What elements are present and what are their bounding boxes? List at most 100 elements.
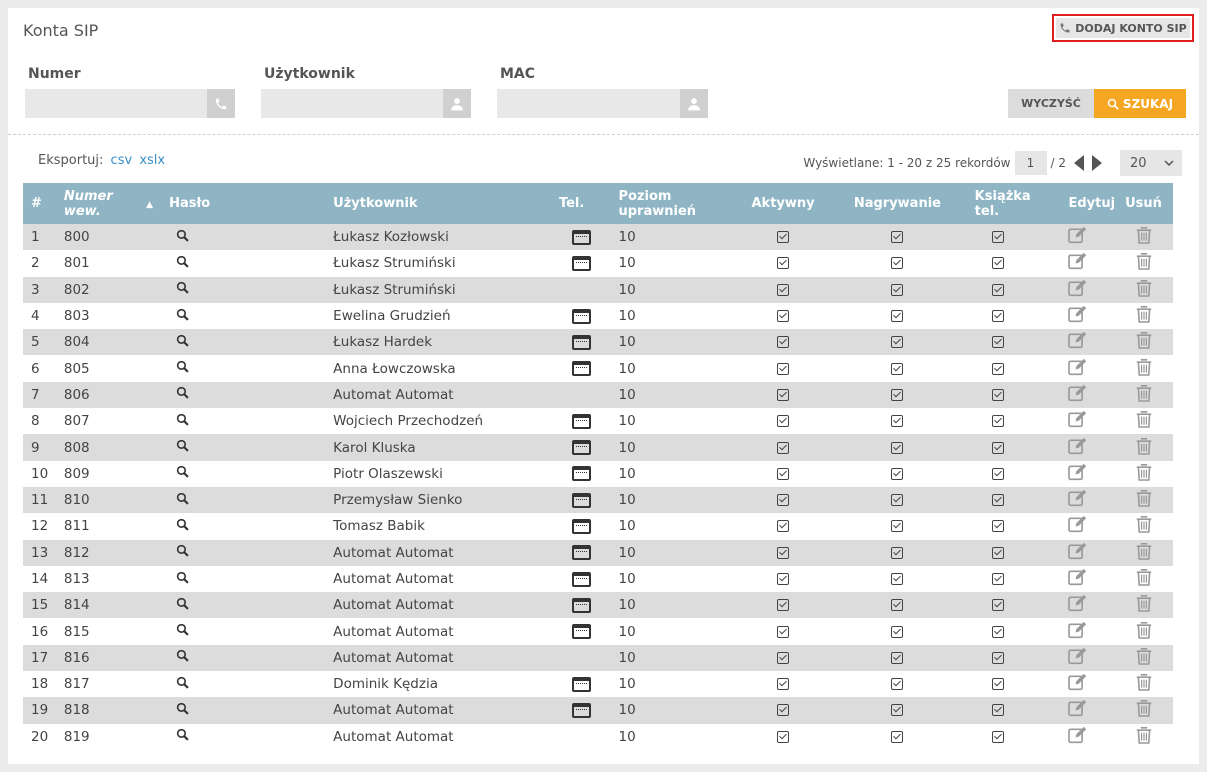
deskphone-icon[interactable] <box>572 255 592 271</box>
deskphone-icon[interactable] <box>572 571 592 587</box>
search-icon[interactable] <box>176 702 189 719</box>
per-page-select[interactable]: 20 <box>1120 150 1182 176</box>
password-search-icon[interactable] <box>159 724 325 750</box>
delete-icon[interactable] <box>1115 513 1173 539</box>
edit-icon[interactable] <box>1041 592 1116 618</box>
password-search-icon[interactable] <box>159 592 325 618</box>
edit-icon[interactable] <box>1041 724 1116 750</box>
delete-icon[interactable] <box>1115 329 1173 355</box>
delete-icon[interactable] <box>1115 434 1173 460</box>
delete-icon[interactable] <box>1115 592 1173 618</box>
password-search-icon[interactable] <box>159 303 325 329</box>
search-icon[interactable] <box>176 439 189 456</box>
delete-icon[interactable] <box>1115 540 1173 566</box>
edit-icon[interactable] <box>1041 224 1116 250</box>
edit-icon[interactable] <box>1041 487 1116 513</box>
deskphone-icon[interactable] <box>572 518 592 534</box>
search-icon[interactable] <box>176 334 189 351</box>
edit-icon[interactable] <box>1041 566 1116 592</box>
password-search-icon[interactable] <box>159 487 325 513</box>
edit-icon[interactable] <box>1041 329 1116 355</box>
password-search-icon[interactable] <box>159 645 325 671</box>
delete-icon[interactable] <box>1115 382 1173 408</box>
password-search-icon[interactable] <box>159 697 325 723</box>
search-icon[interactable] <box>176 728 189 745</box>
password-search-icon[interactable] <box>159 434 325 460</box>
delete-icon[interactable] <box>1115 250 1173 276</box>
edit-icon[interactable] <box>1041 250 1116 276</box>
deskphone-icon[interactable] <box>572 308 592 324</box>
deskphone-icon[interactable] <box>572 676 592 692</box>
delete-icon[interactable] <box>1115 487 1173 513</box>
delete-icon[interactable] <box>1115 697 1173 723</box>
export-xslx-link[interactable]: xslx <box>139 153 165 168</box>
col-numer[interactable]: Numer wew. ▲ <box>56 183 159 224</box>
search-icon[interactable] <box>176 360 189 377</box>
mac-input[interactable] <box>497 89 708 118</box>
deskphone-icon[interactable] <box>572 361 592 377</box>
search-icon[interactable] <box>176 281 189 298</box>
delete-icon[interactable] <box>1115 724 1173 750</box>
uzytkownik-input[interactable] <box>261 89 471 118</box>
edit-icon[interactable] <box>1041 671 1116 697</box>
numer-input[interactable] <box>25 89 235 118</box>
search-icon[interactable] <box>176 255 189 272</box>
search-icon[interactable] <box>176 492 189 509</box>
password-search-icon[interactable] <box>159 250 325 276</box>
search-icon[interactable] <box>176 676 189 693</box>
delete-icon[interactable] <box>1115 355 1173 381</box>
deskphone-icon[interactable] <box>572 597 592 613</box>
deskphone-icon[interactable] <box>572 413 592 429</box>
prev-page-icon[interactable] <box>1074 155 1084 171</box>
password-search-icon[interactable] <box>159 461 325 487</box>
deskphone-icon[interactable] <box>572 466 592 482</box>
deskphone-icon[interactable] <box>572 334 592 350</box>
password-search-icon[interactable] <box>159 329 325 355</box>
search-icon[interactable] <box>176 386 189 403</box>
next-page-icon[interactable] <box>1092 155 1102 171</box>
search-icon[interactable] <box>176 571 189 588</box>
deskphone-icon[interactable] <box>572 702 592 718</box>
edit-icon[interactable] <box>1041 408 1116 434</box>
deskphone-icon[interactable] <box>572 545 592 561</box>
edit-icon[interactable] <box>1041 513 1116 539</box>
deskphone-icon[interactable] <box>572 624 592 640</box>
export-csv-link[interactable]: csv <box>111 153 133 168</box>
search-icon[interactable] <box>176 465 189 482</box>
search-icon[interactable] <box>176 597 189 614</box>
password-search-icon[interactable] <box>159 566 325 592</box>
password-search-icon[interactable] <box>159 540 325 566</box>
delete-icon[interactable] <box>1115 461 1173 487</box>
edit-icon[interactable] <box>1041 461 1116 487</box>
password-search-icon[interactable] <box>159 408 325 434</box>
search-icon[interactable] <box>176 544 189 561</box>
edit-icon[interactable] <box>1041 540 1116 566</box>
search-button[interactable]: SZUKAJ <box>1094 89 1186 118</box>
delete-icon[interactable] <box>1115 277 1173 303</box>
edit-icon[interactable] <box>1041 618 1116 644</box>
delete-icon[interactable] <box>1115 566 1173 592</box>
delete-icon[interactable] <box>1115 671 1173 697</box>
password-search-icon[interactable] <box>159 671 325 697</box>
add-sip-account-button[interactable]: DODAJ KONTO SIP <box>1052 14 1194 42</box>
password-search-icon[interactable] <box>159 277 325 303</box>
search-icon[interactable] <box>176 649 189 666</box>
edit-icon[interactable] <box>1041 303 1116 329</box>
deskphone-icon[interactable] <box>572 492 592 508</box>
deskphone-icon[interactable] <box>572 229 592 245</box>
delete-icon[interactable] <box>1115 224 1173 250</box>
password-search-icon[interactable] <box>159 382 325 408</box>
clear-button[interactable]: WYCZYŚĆ <box>1008 89 1094 118</box>
edit-icon[interactable] <box>1041 355 1116 381</box>
password-search-icon[interactable] <box>159 513 325 539</box>
search-icon[interactable] <box>176 413 189 430</box>
delete-icon[interactable] <box>1115 645 1173 671</box>
search-icon[interactable] <box>176 518 189 535</box>
edit-icon[interactable] <box>1041 277 1116 303</box>
password-search-icon[interactable] <box>159 224 325 250</box>
delete-icon[interactable] <box>1115 618 1173 644</box>
edit-icon[interactable] <box>1041 697 1116 723</box>
deskphone-icon[interactable] <box>572 440 592 456</box>
password-search-icon[interactable] <box>159 355 325 381</box>
password-search-icon[interactable] <box>159 618 325 644</box>
